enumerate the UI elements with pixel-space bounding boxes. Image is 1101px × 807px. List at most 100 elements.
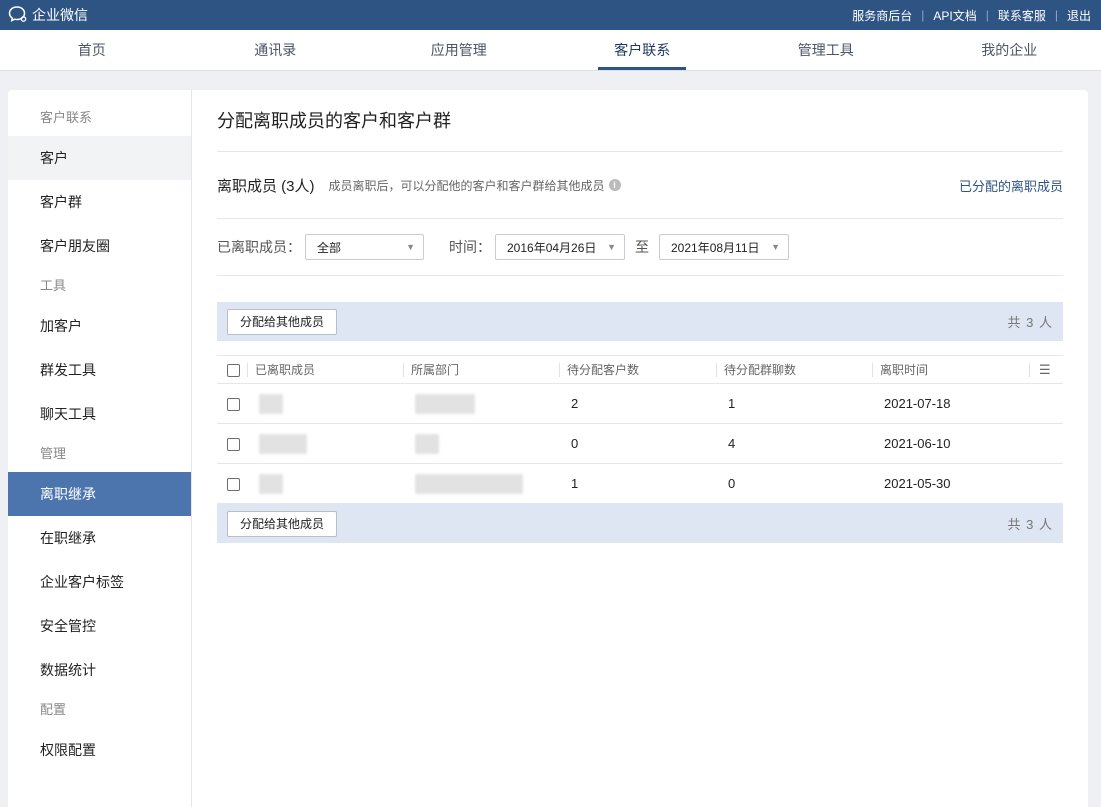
- time-filter-label: 时间：: [449, 239, 491, 255]
- table-row[interactable]: 0 4 2021-06-10: [217, 424, 1063, 464]
- member-name-cell: [247, 464, 403, 504]
- empty-cell: [1029, 424, 1063, 464]
- api-docs-link[interactable]: API文档: [933, 7, 976, 24]
- redacted-member-name: [259, 433, 307, 454]
- sidebar-item-customer-groups[interactable]: 客户群: [8, 180, 191, 224]
- table-header-row: 已离职成员 所属部门 待分配客户数 待分配群聊数 离职时间 ☰: [217, 355, 1063, 384]
- sidebar-item-statistics[interactable]: 数据统计: [8, 648, 191, 692]
- sidebar: 客户联系 客户 客户群 客户朋友圈 工具 加客户 群发工具 聊天工具 管理 离职…: [8, 90, 192, 807]
- table-row[interactable]: 1 0 2021-05-30: [217, 464, 1063, 504]
- top-bar: 企业微信 服务商后台 | API文档 | 联系客服 | 退出: [0, 0, 1101, 30]
- pending-customers-cell: 0: [571, 436, 579, 451]
- sidebar-item-customer-tags[interactable]: 企业客户标签: [8, 560, 191, 604]
- assign-to-others-button[interactable]: 分配给其他成员: [227, 510, 338, 537]
- sidebar-item-broadcast[interactable]: 群发工具: [8, 348, 191, 392]
- redacted-member-name: [259, 473, 283, 494]
- end-date-picker[interactable]: 2021年08月11日 ▼: [659, 234, 789, 260]
- col-pending-customers[interactable]: 待分配客户数: [559, 356, 716, 384]
- sidebar-group-tools: 工具: [40, 278, 67, 293]
- contact-support-link[interactable]: 联系客服: [998, 7, 1046, 24]
- nav-apps[interactable]: 应用管理: [367, 30, 551, 70]
- info-icon[interactable]: i: [608, 179, 621, 191]
- redacted-department: [415, 473, 523, 494]
- chat-bubble-icon: [8, 5, 28, 26]
- assigned-members-link[interactable]: 已分配的离职成员: [959, 176, 1063, 195]
- sidebar-item-chat-tools[interactable]: 聊天工具: [8, 392, 191, 436]
- sidebar-item-security[interactable]: 安全管控: [8, 604, 191, 648]
- section-description-text: 成员离职后，可以分配他的客户和客户群给其他成员: [328, 178, 605, 193]
- member-filter-label: 已离职成员：: [217, 239, 301, 255]
- row-checkbox[interactable]: [227, 478, 240, 492]
- sidebar-group-manage: 管理: [40, 446, 67, 461]
- assign-to-others-button[interactable]: 分配给其他成员: [227, 308, 338, 335]
- pending-groups-cell: 0: [728, 476, 736, 491]
- row-checkbox[interactable]: [227, 398, 240, 412]
- row-checkbox[interactable]: [227, 438, 240, 452]
- divider: |: [921, 8, 925, 22]
- member-name-cell: [247, 384, 403, 424]
- select-all-cell: [217, 356, 247, 384]
- sidebar-item-resigned-inherit[interactable]: 离职继承: [8, 472, 191, 516]
- col-pending-groups[interactable]: 待分配群聊数: [716, 356, 872, 384]
- pending-groups-cell: 4: [728, 436, 736, 451]
- brand-name: 企业微信: [32, 7, 88, 23]
- nav-home[interactable]: 首页: [0, 30, 184, 70]
- end-date-value: 2021年08月11日: [671, 240, 760, 255]
- member-select[interactable]: 全部 ▼: [305, 234, 424, 260]
- row-checkbox-cell: [217, 464, 247, 504]
- table-row[interactable]: 2 1 2021-07-18: [217, 384, 1063, 424]
- sidebar-item-customers[interactable]: 客户: [8, 136, 191, 180]
- row-checkbox-cell: [217, 424, 247, 464]
- department-cell: [403, 424, 559, 464]
- member-name-cell: [247, 424, 403, 464]
- resigned-members-table: 已离职成员 所属部门 待分配客户数 待分配群聊数 离职时间 ☰ 2 1 2021…: [217, 355, 1063, 504]
- start-date-picker[interactable]: 2016年04月26日 ▼: [495, 234, 625, 260]
- chevron-down-icon: ▼: [406, 242, 415, 252]
- nav-my-company[interactable]: 我的企业: [918, 30, 1101, 70]
- total-count: 共 3 人: [1007, 517, 1053, 532]
- total-count: 共 3 人: [1007, 315, 1053, 330]
- pending-customers-cell: 2: [571, 396, 579, 411]
- pending-customers-cell: 1: [571, 476, 579, 491]
- action-bar-bottom: 分配给其他成员 共 3 人: [217, 504, 1063, 543]
- action-bar-top: 分配给其他成员 共 3 人: [217, 302, 1063, 341]
- sidebar-item-onjob-inherit[interactable]: 在职继承: [8, 516, 191, 560]
- main-nav: 首页 通讯录 应用管理 客户联系 管理工具 我的企业: [0, 30, 1101, 71]
- section-header: 离职成员 (3人) 成员离职后，可以分配他的客户和客户群给其他成员 i 已分配的…: [217, 152, 1063, 219]
- section-description: 成员离职后，可以分配他的客户和客户群给其他成员 i: [329, 177, 621, 194]
- start-date-value: 2016年04月26日: [507, 240, 597, 255]
- chevron-down-icon: ▼: [607, 242, 616, 252]
- nav-contacts[interactable]: 通讯录: [184, 30, 368, 70]
- redacted-member-name: [259, 393, 283, 414]
- filter-row: 已离职成员： 全部 ▼ 时间： 2016年04月26日 ▼ 至 2021年08月…: [217, 219, 1063, 276]
- col-resign-time[interactable]: 离职时间: [872, 356, 1029, 384]
- page-title: 分配离职成员的客户和客户群: [217, 90, 1063, 152]
- resign-date-cell: 2021-07-18: [884, 396, 951, 411]
- nav-customer-contact[interactable]: 客户联系: [551, 30, 735, 70]
- row-checkbox-cell: [217, 384, 247, 424]
- divider: |: [985, 8, 989, 22]
- provider-console-link[interactable]: 服务商后台: [852, 7, 912, 24]
- logout-link[interactable]: 退出: [1067, 7, 1091, 24]
- sidebar-item-permissions[interactable]: 权限配置: [8, 728, 191, 772]
- col-member[interactable]: 已离职成员: [247, 356, 403, 384]
- main-panel: 分配离职成员的客户和客户群 离职成员 (3人) 成员离职后，可以分配他的客户和客…: [192, 90, 1088, 807]
- col-department[interactable]: 所属部门: [403, 356, 559, 384]
- sidebar-item-add-customer[interactable]: 加客户: [8, 304, 191, 348]
- divider: |: [1054, 8, 1058, 22]
- brand-logo[interactable]: 企业微信: [8, 5, 88, 26]
- column-settings-cell: ☰: [1029, 356, 1063, 384]
- resign-date-cell: 2021-06-10: [884, 436, 951, 451]
- select-all-checkbox[interactable]: [227, 363, 240, 377]
- date-range-separator: 至: [635, 239, 649, 255]
- nav-tools[interactable]: 管理工具: [734, 30, 918, 70]
- top-links: 服务商后台 | API文档 | 联系客服 | 退出: [852, 7, 1091, 24]
- chevron-down-icon: ▼: [771, 242, 780, 252]
- sidebar-item-moments[interactable]: 客户朋友圈: [8, 224, 191, 268]
- department-cell: [403, 384, 559, 424]
- column-menu-icon[interactable]: ☰: [1039, 362, 1051, 377]
